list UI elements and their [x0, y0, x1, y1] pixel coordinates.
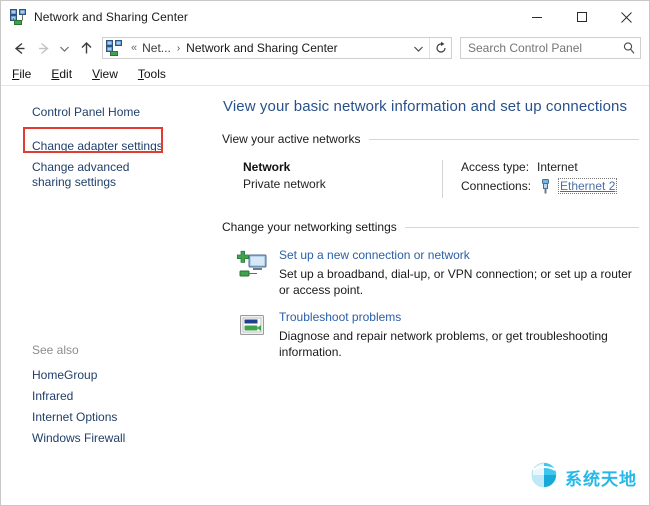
menu-file[interactable]: File [9, 66, 34, 82]
menu-edit[interactable]: Edit [48, 66, 75, 82]
recent-locations-button[interactable] [55, 36, 74, 60]
window-body: Control Panel Home Change adapter settin… [1, 86, 649, 506]
connections-label: Connections: [461, 179, 537, 193]
breadcrumb-separator: › [177, 43, 180, 54]
watermark: 系统天地 [529, 460, 637, 495]
ethernet-plug-icon [539, 179, 552, 194]
troubleshoot-link[interactable]: Troubleshoot problems [279, 310, 639, 324]
task-item-setup-connection[interactable]: Set up a new connection or network Set u… [236, 248, 639, 298]
search-icon[interactable] [618, 41, 640, 55]
setup-connection-description: Set up a broadband, dial-up, or VPN conn… [279, 266, 639, 298]
see-also-title: See also [1, 343, 212, 357]
menu-bar: File Edit View Tools [1, 63, 649, 86]
address-bar[interactable]: « Net... › Network and Sharing Center [102, 37, 452, 59]
menu-tools[interactable]: Tools [135, 66, 169, 82]
network-icon [106, 40, 122, 56]
change-settings-label: Change your networking settings [222, 220, 405, 234]
caption-buttons [514, 1, 649, 33]
window-title: Network and Sharing Center [34, 10, 188, 24]
access-type-value: Internet [537, 160, 578, 174]
minimize-button[interactable] [514, 1, 559, 33]
connection-link[interactable]: Ethernet 2 [558, 178, 617, 194]
task-item-troubleshoot[interactable]: Troubleshoot problems Diagnose and repai… [236, 310, 639, 360]
divider [369, 139, 639, 140]
network-icon [10, 9, 26, 25]
access-type-label: Access type: [461, 160, 537, 174]
title-bar: Network and Sharing Center [1, 1, 649, 33]
breadcrumb-overflow[interactable]: « [131, 42, 137, 54]
address-toolbar: « Net... › Network and Sharing Center [1, 33, 649, 63]
change-settings-header: Change your networking settings [222, 220, 639, 234]
main-content: View your basic network information and … [212, 86, 649, 506]
forward-button[interactable] [31, 36, 55, 60]
navigation-sidebar: Control Panel Home Change adapter settin… [1, 86, 212, 506]
divider [405, 227, 639, 228]
troubleshoot-icon [236, 311, 268, 343]
setup-connection-link[interactable]: Set up a new connection or network [279, 248, 639, 262]
task-body: Troubleshoot problems Diagnose and repai… [279, 310, 639, 360]
close-button[interactable] [604, 1, 649, 33]
page-title: View your basic network information and … [223, 98, 639, 115]
active-networks-label: View your active networks [222, 132, 369, 146]
task-body: Set up a new connection or network Set u… [279, 248, 639, 298]
vertical-divider [442, 160, 443, 198]
network-name: Network [243, 160, 442, 174]
breadcrumb-current[interactable]: Network and Sharing Center [186, 41, 337, 55]
sidebar-item-windows-firewall[interactable]: Windows Firewall [1, 428, 186, 449]
up-button[interactable] [74, 36, 98, 60]
active-network-identity: Network Private network [232, 160, 442, 198]
globe-logo-icon [529, 460, 559, 495]
sidebar-item-change-advanced-sharing-settings[interactable]: Change advanced sharing settings [1, 157, 161, 193]
troubleshoot-description: Diagnose and repair network problems, or… [279, 328, 639, 360]
network-profile-type: Private network [243, 177, 442, 191]
menu-view[interactable]: View [89, 66, 121, 82]
sidebar-item-control-panel-home[interactable]: Control Panel Home [1, 102, 186, 123]
breadcrumb-root[interactable]: Net... [142, 41, 171, 55]
sidebar-item-internet-options[interactable]: Internet Options [1, 407, 186, 428]
active-network-row: Network Private network Access type: Int… [232, 160, 639, 198]
sidebar-item-change-adapter-settings[interactable]: Change adapter settings [1, 136, 186, 157]
search-input[interactable] [461, 41, 618, 55]
network-sharing-center-window: Network and Sharing Center [0, 0, 650, 506]
watermark-text: 系统天地 [565, 465, 637, 490]
maximize-button[interactable] [559, 1, 604, 33]
search-box[interactable] [460, 37, 641, 59]
back-button[interactable] [7, 36, 31, 60]
see-also-section: See also HomeGroup Infrared Internet Opt… [1, 343, 212, 449]
new-connection-icon [236, 249, 268, 281]
active-network-details: Access type: Internet Connections: [461, 160, 617, 198]
access-type-row: Access type: Internet [461, 160, 617, 174]
sidebar-item-homegroup[interactable]: HomeGroup [1, 365, 186, 386]
refresh-icon[interactable] [429, 38, 451, 58]
connections-row: Connections: Ethernet 2 [461, 178, 617, 194]
active-networks-header: View your active networks [222, 132, 639, 146]
chevron-down-icon[interactable] [407, 38, 429, 58]
sidebar-item-infrared[interactable]: Infrared [1, 386, 186, 407]
